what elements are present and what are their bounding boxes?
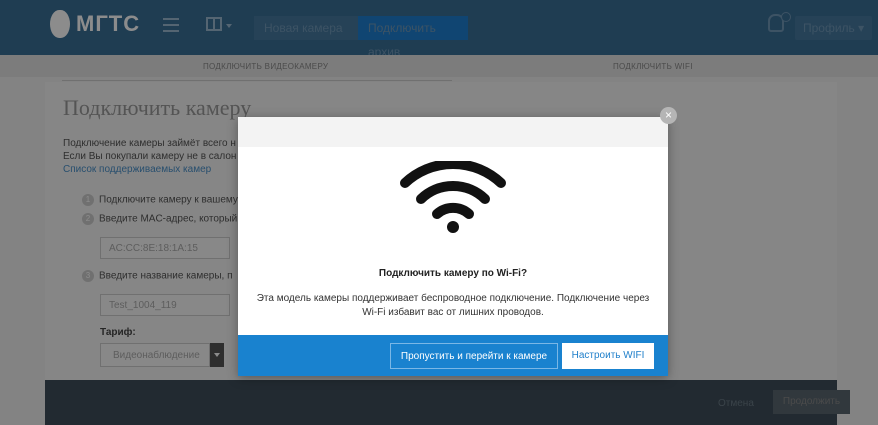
skip-button[interactable]: Пропустить и перейти к камере [390, 343, 558, 369]
configure-wifi-button[interactable]: Настроить WIFI [562, 343, 654, 369]
modal-text: Эта модель камеры поддерживает беспровод… [256, 293, 650, 318]
modal-heading: Подключить камеру по Wi-Fi? [378, 268, 528, 279]
wifi-icon [400, 161, 506, 233]
close-icon[interactable]: × [660, 107, 677, 124]
wifi-modal: Подключить камеру по Wi-Fi? Эта модель к… [238, 117, 668, 376]
modal-header [238, 117, 668, 147]
